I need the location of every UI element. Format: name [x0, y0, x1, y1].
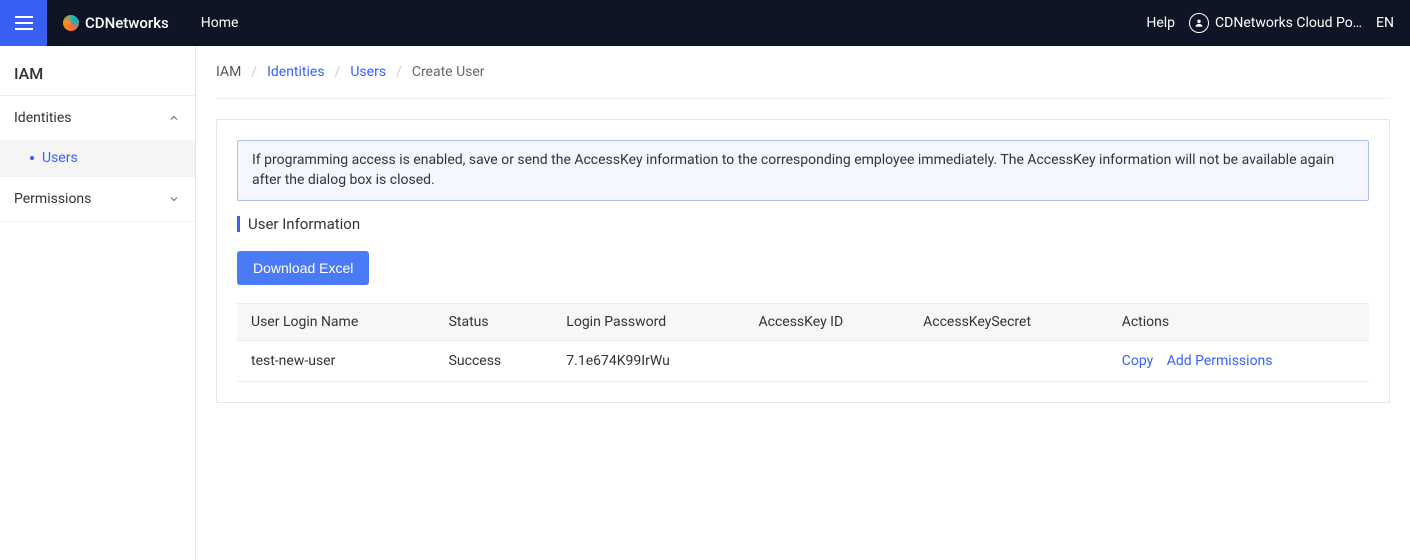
sidebar-section-permissions: Permissions	[0, 177, 195, 222]
sidebar: IAM Identities Users Permissions	[0, 46, 196, 560]
col-access-key-secret: AccessKeySecret	[909, 304, 1108, 341]
header-right: Help CDNetworks Cloud Po… EN	[1146, 13, 1410, 33]
help-link[interactable]: Help	[1146, 15, 1175, 31]
section-title-bar-icon	[237, 216, 240, 232]
user-avatar-icon	[1189, 13, 1209, 33]
user-menu[interactable]: CDNetworks Cloud Po…	[1189, 13, 1362, 33]
sidebar-item-label: Identities	[14, 110, 71, 126]
breadcrumb-iam: IAM	[216, 64, 241, 80]
breadcrumb-identities[interactable]: Identities	[267, 64, 324, 80]
cell-login-password: 7.1e674K99IrWu	[552, 341, 744, 382]
section-title: User Information	[237, 215, 1369, 233]
sidebar-item-identities[interactable]: Identities	[0, 96, 195, 140]
breadcrumb-separator: /	[335, 64, 341, 80]
chevron-up-icon	[167, 111, 181, 125]
cell-user-login-name: test-new-user	[237, 341, 435, 382]
user-info-panel: If programming access is enabled, save o…	[216, 119, 1390, 403]
brand-name: CDNetworks	[85, 14, 169, 32]
col-login-password: Login Password	[552, 304, 744, 341]
language-switcher[interactable]: EN	[1376, 15, 1394, 31]
user-info-table: User Login Name Status Login Password Ac…	[237, 303, 1369, 382]
cell-access-key-id	[744, 341, 909, 382]
breadcrumb-users[interactable]: Users	[350, 64, 386, 80]
chevron-down-icon	[167, 192, 181, 206]
col-access-key-id: AccessKey ID	[744, 304, 909, 341]
table-row: test-new-user Success 7.1e674K99IrWu Cop…	[237, 341, 1369, 382]
top-header: CDNetworks Home Help CDNetworks Cloud Po…	[0, 0, 1410, 46]
download-excel-button[interactable]: Download Excel	[237, 251, 369, 285]
bullet-icon	[30, 156, 34, 160]
col-status: Status	[435, 304, 553, 341]
add-permissions-action[interactable]: Add Permissions	[1167, 353, 1273, 369]
hamburger-icon	[15, 16, 33, 30]
breadcrumb: IAM / Identities / Users / Create User	[216, 64, 1390, 99]
cell-status: Success	[435, 341, 553, 382]
col-actions: Actions	[1108, 304, 1369, 341]
hamburger-menu-button[interactable]	[0, 0, 47, 46]
sidebar-item-label: Users	[42, 150, 78, 166]
table-header-row: User Login Name Status Login Password Ac…	[237, 304, 1369, 341]
breadcrumb-separator: /	[396, 64, 402, 80]
info-alert: If programming access is enabled, save o…	[237, 140, 1369, 201]
brand[interactable]: CDNetworks	[47, 14, 185, 32]
user-label: CDNetworks Cloud Po…	[1215, 15, 1362, 31]
cell-access-key-secret	[909, 341, 1108, 382]
main-content: IAM / Identities / Users / Create User I…	[196, 46, 1410, 560]
breadcrumb-create-user: Create User	[412, 64, 485, 80]
sidebar-title: IAM	[0, 46, 195, 96]
sidebar-item-permissions[interactable]: Permissions	[0, 177, 195, 221]
sidebar-section-identities: Identities Users	[0, 96, 195, 177]
sidebar-item-users[interactable]: Users	[0, 140, 195, 176]
section-title-text: User Information	[248, 215, 360, 233]
sidebar-item-label: Permissions	[14, 191, 91, 207]
nav-home[interactable]: Home	[185, 15, 255, 31]
breadcrumb-separator: /	[251, 64, 257, 80]
brand-logo-icon	[63, 15, 79, 31]
cell-actions: Copy Add Permissions	[1108, 341, 1369, 382]
copy-action[interactable]: Copy	[1122, 353, 1154, 369]
col-user-login-name: User Login Name	[237, 304, 435, 341]
